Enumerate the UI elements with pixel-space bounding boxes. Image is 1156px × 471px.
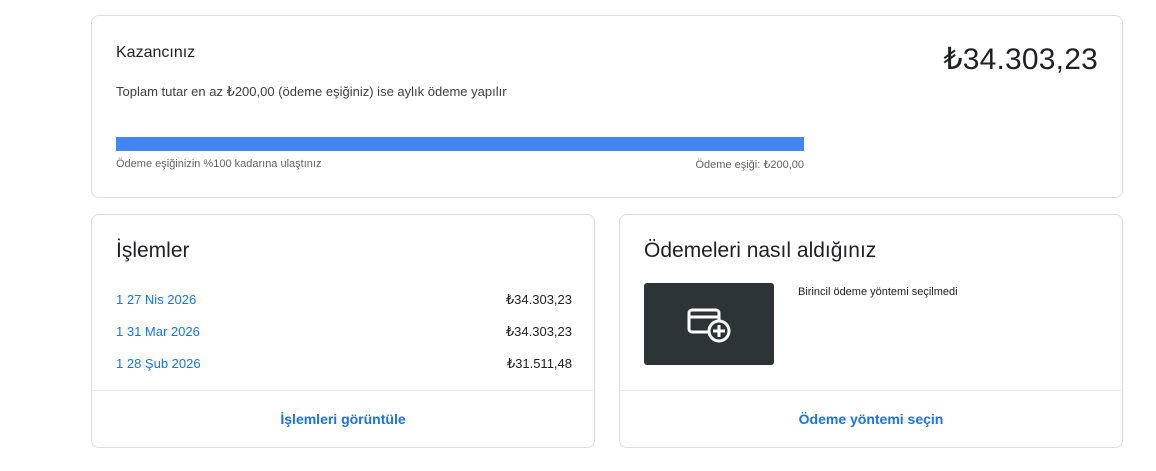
view-transactions-link[interactable]: İşlemleri görüntüle <box>92 411 594 427</box>
transaction-row[interactable]: 1 28 Şub 2026 ₺31.511,48 <box>116 356 572 376</box>
transaction-date-link[interactable]: 1 28 Şub 2026 <box>116 356 201 371</box>
transaction-row[interactable]: 1 31 Mar 2026 ₺34.303,23 <box>116 324 572 344</box>
add-card-icon <box>687 308 731 343</box>
transactions-title: İşlemler <box>116 239 190 262</box>
payment-method-status: Birincil ödeme yöntemi seçilmedi <box>798 286 958 298</box>
transaction-date-link[interactable]: 1 31 Mar 2026 <box>116 324 200 339</box>
earnings-amount: ₺34.303,23 <box>943 43 1098 76</box>
payment-method-title: Ödemeleri nasıl aldığınız <box>644 239 877 262</box>
transaction-date-link[interactable]: 1 27 Nis 2026 <box>116 292 196 307</box>
payment-method-card: Ödemeleri nasıl aldığınız Birincil ödeme… <box>619 214 1123 448</box>
card-divider <box>620 390 1122 391</box>
transaction-row[interactable]: 1 27 Nis 2026 ₺34.303,23 <box>116 292 572 312</box>
threshold-progress-bar <box>116 137 804 151</box>
transaction-amount: ₺34.303,23 <box>505 324 572 339</box>
select-payment-method-link[interactable]: Ödeme yöntemi seçin <box>620 411 1122 427</box>
add-payment-method-tile[interactable] <box>644 283 774 365</box>
earnings-title: Kazancınız <box>116 44 196 61</box>
transaction-amount: ₺34.303,23 <box>505 292 572 307</box>
card-divider <box>92 390 594 391</box>
earnings-subtitle: Toplam tutar en az ₺200,00 (ödeme eşiğin… <box>116 84 507 99</box>
transactions-card: İşlemler 1 27 Nis 2026 ₺34.303,23 1 31 M… <box>91 214 595 448</box>
threshold-progress-fill <box>116 137 804 151</box>
progress-status-label: Ödeme eşiğinizin %100 kadarına ulaştınız <box>116 158 322 170</box>
payment-threshold-label: Ödeme eşiği: ₺200,00 <box>695 159 804 171</box>
earnings-card: Kazancınız Toplam tutar en az ₺200,00 (ö… <box>91 15 1123 198</box>
transaction-amount: ₺31.511,48 <box>506 356 572 371</box>
